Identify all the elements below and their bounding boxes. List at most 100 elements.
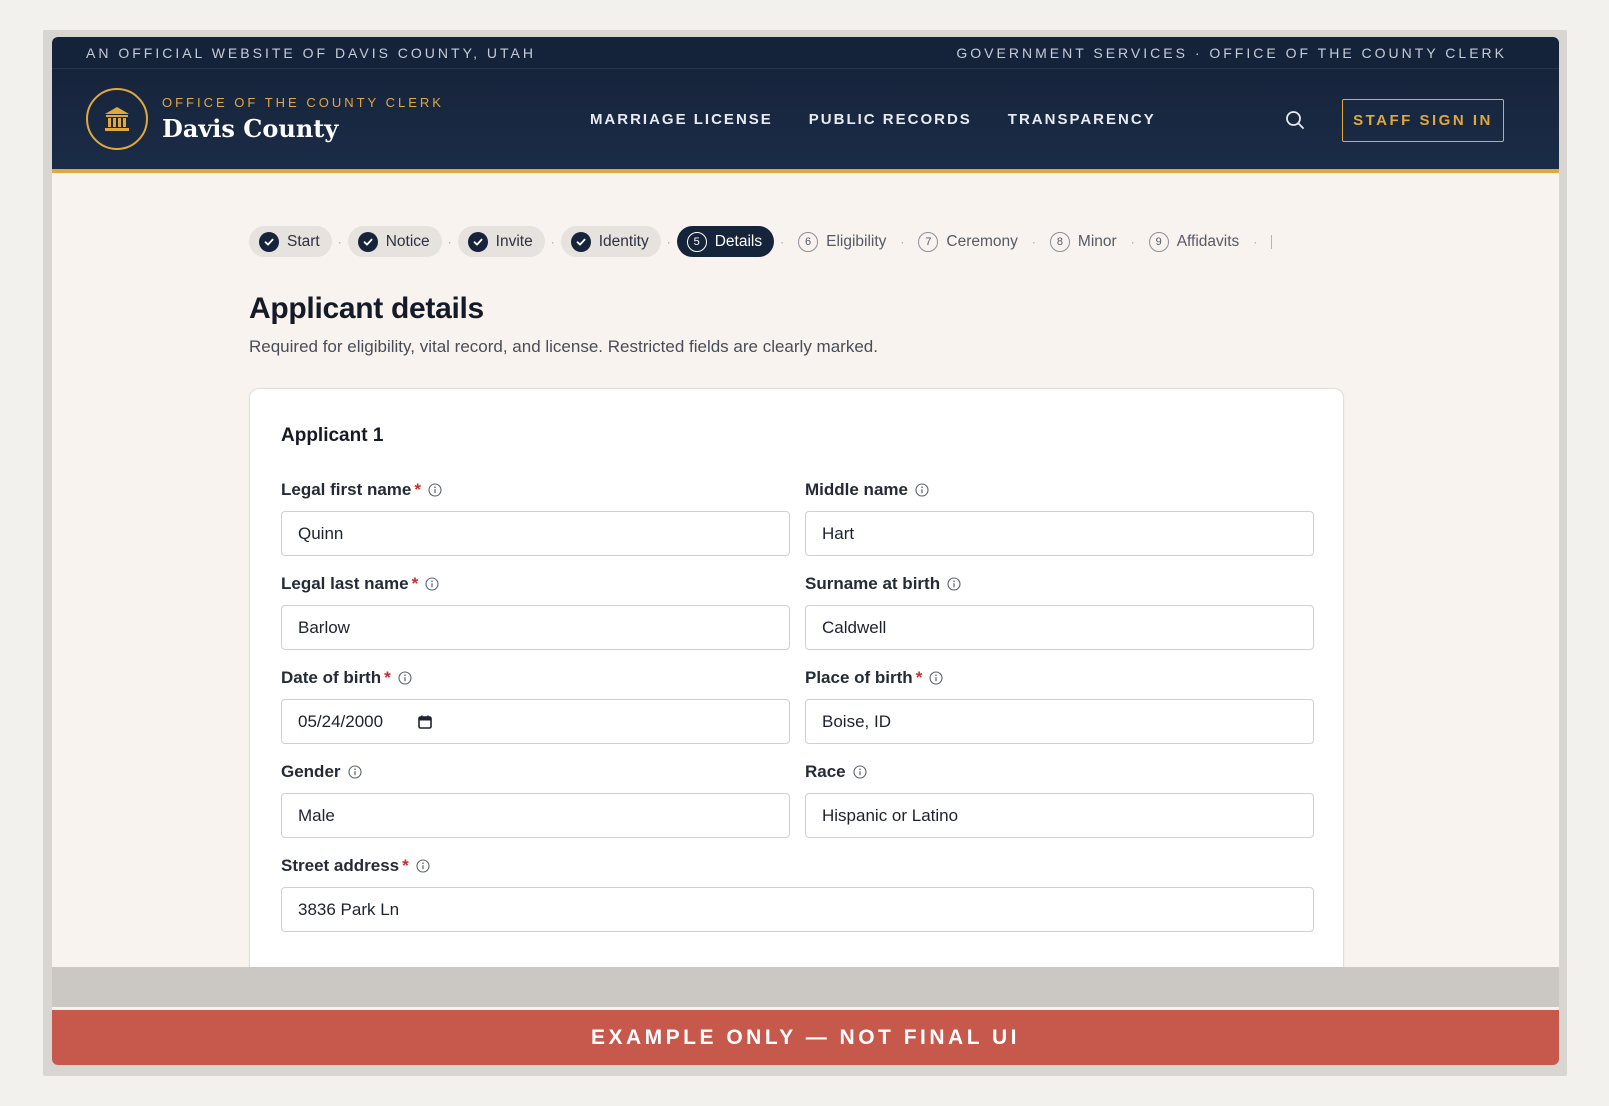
- first-name-input[interactable]: Quinn: [281, 511, 790, 556]
- step-separator: ·: [900, 234, 905, 249]
- step-separator: ·: [780, 234, 785, 249]
- check-icon: [467, 231, 488, 252]
- step-label: Details: [714, 232, 763, 250]
- nav-transparency[interactable]: TRANSPARENCY: [1008, 111, 1156, 128]
- field-label: Legal first name: [281, 480, 412, 499]
- step-separator: ·: [666, 234, 671, 249]
- info-icon[interactable]: [416, 859, 430, 873]
- step-number: 9: [1148, 231, 1169, 252]
- site-header: OFFICE OF THE COUNTY CLERK Davis County …: [52, 69, 1559, 173]
- step-label: Invite: [495, 232, 533, 250]
- progress-stepper: Start · Notice · Invite · Identity · 5 D…: [249, 226, 1273, 257]
- info-icon[interactable]: [347, 765, 362, 779]
- page-description: Required for eligibility, vital record, …: [249, 337, 878, 356]
- race-input[interactable]: Hispanic or Latino: [805, 793, 1314, 838]
- date-value: 05/24/2000: [298, 711, 384, 731]
- required-marker: *: [384, 668, 391, 687]
- date-of-birth-input[interactable]: 05/24/2000: [281, 699, 790, 744]
- field-label: Gender: [281, 762, 341, 781]
- utility-bar: AN OFFICIAL WEBSITE OF DAVIS COUNTY, UTA…: [52, 37, 1559, 69]
- middle-name-input[interactable]: Hart: [805, 511, 1314, 556]
- step-identity[interactable]: Identity: [560, 226, 661, 257]
- search-icon[interactable]: [1284, 109, 1306, 131]
- example-only-banner: EXAMPLE ONLY — NOT FINAL UI: [52, 1010, 1559, 1065]
- applicant-card: Applicant 1 Legal first name * Quinn Midd…: [249, 388, 1344, 967]
- step-overflow-indicator: [1271, 234, 1273, 249]
- field-label: Place of birth: [805, 668, 913, 687]
- check-icon: [357, 231, 378, 252]
- info-icon[interactable]: [947, 577, 961, 591]
- field-label: Surname at birth: [805, 574, 941, 593]
- required-marker: *: [402, 856, 409, 875]
- nav-marriage-license[interactable]: MARRIAGE LICENSE: [590, 111, 773, 128]
- step-separator: ·: [550, 234, 555, 249]
- step-ceremony[interactable]: 7 Ceremony: [910, 226, 1026, 257]
- step-invite[interactable]: Invite: [457, 226, 545, 257]
- place-of-birth-input[interactable]: Boise, ID: [805, 699, 1314, 744]
- step-separator: ·: [447, 234, 452, 249]
- step-start[interactable]: Start: [249, 226, 332, 257]
- official-website-notice: AN OFFICIAL WEBSITE OF DAVIS COUNTY, UTA…: [86, 44, 536, 61]
- step-label: Affidavits: [1176, 232, 1240, 250]
- step-notice[interactable]: Notice: [347, 226, 442, 257]
- field-race: Race Hispanic or Latino: [805, 761, 1314, 838]
- field-label: Middle name: [805, 480, 908, 499]
- browser-window: AN OFFICIAL WEBSITE OF DAVIS COUNTY, UTA…: [52, 37, 1559, 1065]
- staff-sign-in-button[interactable]: STAFF SIGN IN: [1342, 99, 1504, 142]
- field-place-of-birth: Place of birth * Boise, ID: [805, 667, 1314, 744]
- brand-subtitle: OFFICE OF THE COUNTY CLERK: [162, 95, 444, 110]
- step-number: 5: [686, 231, 707, 252]
- step-number: 8: [1049, 231, 1070, 252]
- field-surname-at-birth: Surname at birth Caldwell: [805, 573, 1314, 650]
- step-details[interactable]: 5 Details: [676, 226, 775, 257]
- field-label: Date of birth: [281, 668, 382, 687]
- page-title: Applicant details: [249, 292, 484, 325]
- surname-at-birth-input[interactable]: Caldwell: [805, 605, 1314, 650]
- step-label: Identity: [598, 232, 649, 250]
- gender-input[interactable]: Male: [281, 793, 790, 838]
- info-icon[interactable]: [929, 671, 943, 685]
- field-legal-last-name: Legal last name * Barlow: [281, 573, 790, 650]
- step-number: 6: [798, 231, 819, 252]
- info-icon[interactable]: [428, 483, 442, 497]
- required-marker: *: [411, 574, 419, 593]
- step-eligibility[interactable]: 6 Eligibility: [790, 226, 894, 257]
- step-number: 7: [918, 231, 939, 252]
- field-street-address: Street address * 3836 Park Ln: [281, 855, 1314, 932]
- step-label: Notice: [385, 232, 430, 250]
- brand-name: Davis County: [162, 114, 339, 143]
- step-affidavits[interactable]: 9 Affidavits: [1141, 226, 1248, 257]
- required-marker: *: [915, 668, 923, 687]
- main-content: Start · Notice · Invite · Identity · 5 D…: [52, 177, 1559, 967]
- step-label: Eligibility: [826, 232, 887, 250]
- applicant-card-title: Applicant 1: [281, 425, 384, 446]
- field-legal-first-name: Legal first name * Quinn: [281, 479, 790, 556]
- info-icon[interactable]: [425, 577, 439, 591]
- check-icon: [259, 231, 279, 252]
- field-label: Legal last name: [281, 574, 409, 593]
- courthouse-seal-icon[interactable]: [86, 88, 148, 150]
- calendar-icon[interactable]: [417, 714, 433, 730]
- step-separator: ·: [1130, 234, 1135, 249]
- street-address-input[interactable]: 3836 Park Ln: [281, 887, 1314, 932]
- step-separator: ·: [337, 234, 342, 249]
- main-nav: MARRIAGE LICENSE PUBLIC RECORDS TRANSPAR…: [590, 111, 1156, 128]
- info-icon[interactable]: [853, 765, 867, 779]
- info-icon[interactable]: [398, 671, 412, 685]
- field-gender: Gender Male: [281, 761, 790, 838]
- field-label: Street address: [281, 856, 400, 875]
- check-icon: [570, 231, 591, 252]
- utility-bar-tagline: GOVERNMENT SERVICES · OFFICE OF THE COUN…: [956, 44, 1507, 61]
- last-name-input[interactable]: Barlow: [281, 605, 790, 650]
- info-icon[interactable]: [915, 483, 929, 497]
- required-marker: *: [414, 480, 421, 499]
- field-middle-name: Middle name Hart: [805, 479, 1314, 556]
- step-separator: ·: [1031, 234, 1036, 249]
- field-label: Race: [805, 762, 846, 781]
- nav-public-records[interactable]: PUBLIC RECORDS: [809, 111, 972, 128]
- step-minor[interactable]: 8 Minor: [1042, 226, 1125, 257]
- brand-block[interactable]: OFFICE OF THE COUNTY CLERK Davis County: [162, 95, 444, 143]
- footer-strip: [52, 967, 1559, 1007]
- step-separator: ·: [1253, 234, 1258, 249]
- step-label: Minor: [1077, 232, 1117, 250]
